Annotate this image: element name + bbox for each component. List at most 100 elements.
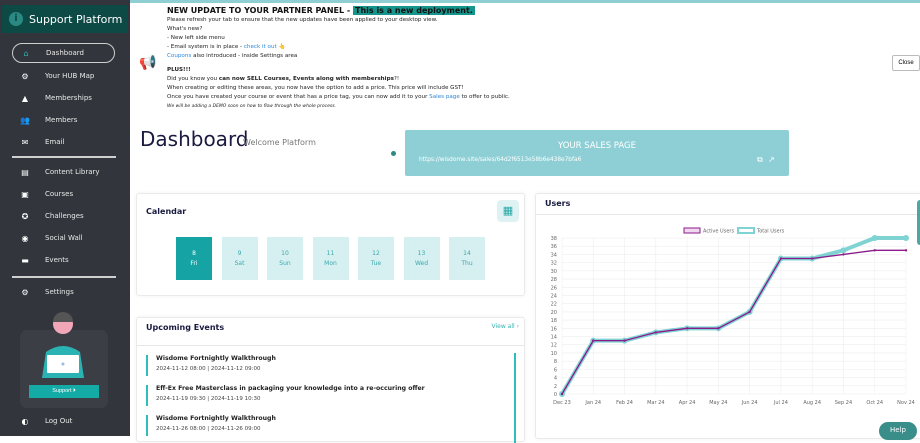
sidebar-item-content-library[interactable]: ▤ Content Library (12, 162, 115, 182)
divider (12, 276, 116, 278)
sidebar-item-memberships[interactable]: ▲ Memberships (12, 88, 115, 108)
sidebar-item-your-hub-map[interactable]: ⚙ Your HUB Map (12, 66, 115, 86)
events-title: Upcoming Events (146, 323, 225, 332)
data-point[interactable] (623, 339, 626, 342)
legend-label[interactable]: Active Users (703, 229, 734, 235)
y-tick-label: 16 (551, 326, 557, 332)
data-point[interactable] (748, 310, 751, 314)
email-icon: ✉ (21, 137, 29, 147)
data-point[interactable] (840, 247, 847, 254)
view-all-link[interactable]: View all › (492, 323, 519, 330)
legend-label[interactable]: Total Users (756, 229, 785, 235)
data-point[interactable] (871, 235, 878, 241)
sidebar-item-dashboard[interactable]: ⌂ Dashboard (12, 43, 115, 63)
sidebar-item-members[interactable]: 👥 Members (12, 110, 115, 130)
data-point[interactable] (903, 235, 909, 241)
pyramid-icon: ▲ (21, 93, 29, 103)
x-tick-label: May 24 (709, 400, 727, 406)
notice-line: When creating or editing these areas, yo… (167, 85, 464, 92)
sidebar: i Support Platform ⌂ Dashboard ⚙ Your HUB Ma… (0, 0, 130, 436)
data-point[interactable] (654, 331, 658, 334)
data-point[interactable] (685, 327, 689, 330)
data-point[interactable] (810, 257, 814, 260)
day-number: 8 (192, 250, 196, 257)
logout-button[interactable]: ◐ Log Out (12, 411, 115, 431)
x-tick-label: Oct 24 (866, 400, 883, 406)
notice-line: - Email system is in place - (167, 43, 244, 50)
calendar-day[interactable]: 11 Mon (312, 237, 349, 280)
sidebar-item-label: Memberships (45, 94, 92, 102)
y-tick-label: 38 (551, 236, 557, 242)
data-point[interactable] (779, 257, 783, 260)
scrollbar[interactable] (514, 353, 516, 443)
calendar-day[interactable]: 10 Sun (267, 237, 303, 280)
sidebar-item-label: Dashboard (46, 49, 84, 57)
close-button[interactable]: Close (892, 55, 920, 71)
update-notice: NEW UPDATE TO YOUR PARTNER PANEL - This … (167, 6, 510, 110)
data-point[interactable] (592, 339, 595, 342)
coupons-link[interactable]: Coupons (167, 53, 191, 59)
help-button[interactable]: Help (879, 422, 917, 440)
x-tick-label: Jul 24 (773, 400, 788, 406)
y-tick-label: 28 (551, 277, 557, 283)
notice-line: also introduced - inside Settings area (191, 52, 298, 59)
calendar-icon[interactable]: ▦ (497, 200, 519, 222)
data-point[interactable] (842, 253, 845, 256)
day-number: 9 (237, 250, 242, 257)
award-icon: ✪ (21, 211, 29, 221)
notice-footnote: We will be adding a DEMO soon on how to … (167, 104, 336, 110)
events-icon: ▬ (21, 255, 29, 265)
day-name: Wed (414, 260, 429, 267)
external-link-icon[interactable]: ↗ (768, 155, 775, 164)
sales-page-link[interactable]: Sales page (429, 94, 460, 100)
calendar-day[interactable]: 14 Thu (449, 237, 485, 280)
calendar-card: Calendar ▦ 8 Fri 9 Sat 10 Sun 11 Mon 12 Tue 13 Wed 1… (136, 193, 525, 296)
sales-url[interactable]: https://wisdome.site/sales/64d2f6513e58b… (419, 157, 581, 163)
sidebar-item-label: Members (45, 116, 78, 124)
event-time: 2024-11-19 09:30 | 2024-11-19 10:30 (156, 396, 261, 402)
sidebar-item-events[interactable]: ▬ Events (12, 250, 115, 270)
sales-title: YOUR SALES PAGE (557, 141, 637, 151)
check-it-out-link[interactable]: check it out (244, 44, 277, 50)
sidebar-item-courses[interactable]: ▣ Courses (12, 184, 115, 204)
copy-icon[interactable]: ⧉ (757, 155, 763, 165)
sidebar-item-social-wall[interactable]: ◉ Social Wall (12, 228, 115, 248)
calendar-day[interactable]: 12 Tue (358, 237, 394, 280)
welcome-text: Welcome Platform (243, 138, 316, 147)
megaphone-icon: 📢 (139, 55, 157, 71)
sidebar-item-label: Events (45, 256, 69, 264)
day-name: Fri (190, 260, 198, 267)
x-tick-label: Apr 24 (679, 400, 696, 406)
calendar-day[interactable]: 9 Sat (221, 237, 258, 280)
data-point[interactable] (560, 392, 564, 396)
calendar-day[interactable]: 13 Wed (403, 237, 440, 280)
support-button[interactable]: Support ⏵ (29, 385, 99, 398)
x-tick-label: Aug 24 (803, 400, 821, 406)
x-tick-label: Jan 24 (584, 400, 601, 406)
legend-swatch[interactable] (737, 227, 755, 234)
home-icon: ⌂ (23, 48, 29, 58)
event-item[interactable]: Wisdome Fortnightly Walkthrough 2024-11-1… (146, 355, 276, 376)
sidebar-item-label: Content Library (45, 168, 100, 176)
event-name: Wisdome Fortnightly Walkthrough (156, 355, 276, 362)
calendar-day[interactable]: 8 Fri (176, 237, 212, 280)
legend-swatch[interactable] (683, 227, 701, 234)
carousel-dot[interactable] (391, 151, 396, 156)
y-tick-label: 18 (551, 318, 557, 324)
notice-line: Once you have created your course or eve… (167, 94, 430, 101)
brand[interactable]: i Support Platform (2, 5, 128, 33)
y-tick-label: 36 (551, 244, 557, 250)
y-tick-label: 4 (554, 376, 557, 382)
event-item[interactable]: Eff-Ex Free Masterclass in packaging you… (146, 385, 425, 406)
event-time: 2024-11-12 08:00 | 2024-11-12 09:00 (156, 366, 261, 372)
event-item[interactable]: Wisdome Fortnightly Walkthrough 2024-11-2… (146, 415, 276, 436)
sidebar-item-settings[interactable]: ⚙ Settings (12, 282, 115, 302)
users-icon: 👥 (20, 115, 30, 125)
data-point[interactable] (717, 327, 720, 330)
notice-line: - New left side menu (167, 34, 225, 41)
data-point[interactable] (904, 249, 908, 252)
sidebar-item-email[interactable]: ✉ Email (12, 132, 115, 152)
sidebar-item-label: Courses (45, 190, 74, 198)
sidebar-item-challenges[interactable]: ✪ Challenges (12, 206, 115, 226)
data-point[interactable] (873, 249, 876, 252)
